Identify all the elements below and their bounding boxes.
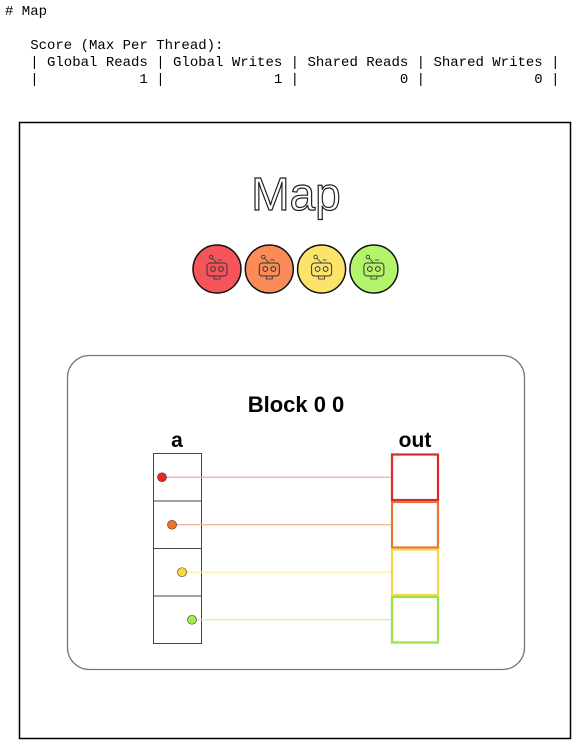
- robot-icon: [244, 244, 295, 294]
- output-cell: [390, 453, 440, 502]
- output-cell: [390, 548, 440, 597]
- thread-dot: [157, 472, 167, 483]
- robot-icon: [192, 244, 242, 294]
- block-title: Block 0 0: [248, 392, 345, 417]
- thread-dot: [187, 614, 197, 625]
- output-cell: [390, 500, 440, 549]
- thread-dot: [177, 567, 187, 578]
- map-visualization: Map Block 0 0 a out: [18, 121, 572, 740]
- robot-icon: [296, 244, 347, 294]
- input-label: a: [171, 429, 183, 452]
- thread-dot: [167, 519, 177, 530]
- visual-title: Map: [251, 168, 340, 220]
- robot-icon: [349, 244, 399, 294]
- output-cell: [390, 595, 440, 644]
- output-label: out: [399, 429, 432, 452]
